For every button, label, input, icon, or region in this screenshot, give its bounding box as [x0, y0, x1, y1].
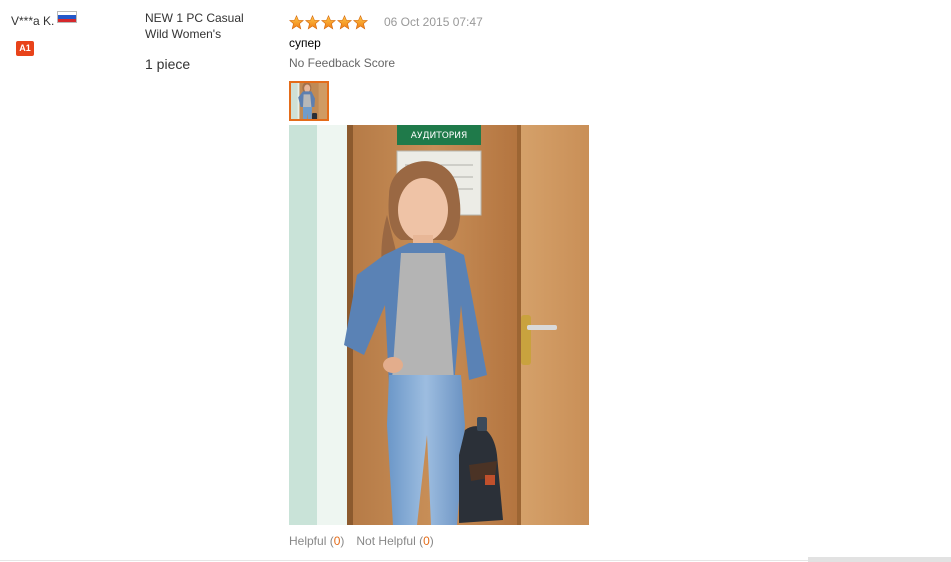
not-helpful-label: Not Helpful: [356, 534, 416, 548]
not-helpful-open: (: [415, 534, 424, 548]
helpful-close: ): [340, 534, 345, 548]
not-helpful-button[interactable]: Not Helpful (0): [356, 534, 433, 548]
not-helpful-close: ): [429, 534, 434, 548]
helpful-button[interactable]: Helpful (0): [289, 534, 344, 548]
star-icon: [321, 14, 336, 30]
helpful-row: Helpful (0) Not Helpful (0): [289, 534, 889, 548]
reviewer-name: V***a K.: [11, 14, 55, 28]
review-item: V***a K. A1 NEW 1 PC Casual Wild Women's…: [0, 0, 951, 562]
star-icon: [353, 14, 368, 30]
buyer-level-badge: A1: [16, 41, 34, 56]
helpful-open: (: [326, 534, 334, 548]
not-helpful-count: 0: [423, 534, 430, 548]
horizontal-scrollbar[interactable]: [808, 557, 951, 562]
helpful-label: Helpful: [289, 534, 327, 548]
photo-thumbnail[interactable]: [289, 81, 329, 121]
star-icon: [337, 14, 352, 30]
star-rating: [289, 14, 368, 30]
feedback-score: No Feedback Score: [289, 56, 396, 70]
product-title: NEW 1 PC Casual Wild Women's: [145, 11, 244, 41]
review-content: 06 Oct 2015 07:47 супер No Feedback Scor…: [289, 12, 889, 548]
russia-flag-icon: [57, 11, 78, 23]
reviewer-info: V***a K. A1: [11, 11, 131, 56]
door-sign-text: АУДИТОРИЯ: [411, 131, 467, 141]
product-quantity: 1 piece: [145, 56, 191, 72]
review-text: супер: [289, 36, 321, 50]
star-icon: [289, 14, 304, 30]
review-photo[interactable]: АУДИТОРИЯ: [289, 125, 589, 525]
star-icon: [305, 14, 320, 30]
product-info: NEW 1 PC Casual Wild Women's 1 piece: [145, 10, 270, 72]
review-date: 06 Oct 2015 07:47: [384, 15, 483, 29]
